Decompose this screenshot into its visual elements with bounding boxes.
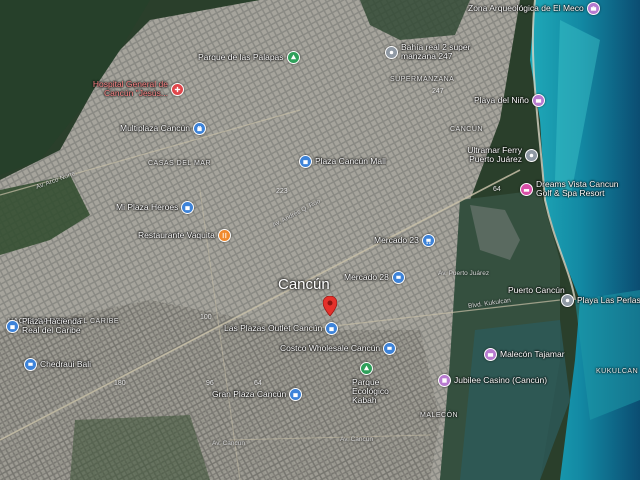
hospital-icon <box>171 82 184 96</box>
poi-label: Plaza Cancún Mall <box>315 156 386 166</box>
poi-hospital-general[interactable]: Hospital General de Cancún "Jesús... <box>84 80 184 98</box>
city-label: Cancún <box>278 276 330 293</box>
area-label: MALECÓN <box>420 412 459 419</box>
poi-playa-perlas[interactable]: Playa Las Perlas <box>561 294 640 307</box>
satellite-map[interactable]: CASAS DEL MAR CANCÚN SUPERMANZANA HACIEN… <box>0 0 640 480</box>
poi-label: Parque Ecológico Kabah <box>352 377 389 405</box>
location-dot-icon <box>385 45 398 59</box>
poi-parque-palapas[interactable]: Parque de las Palapas <box>198 51 300 64</box>
poi-restaurante-vaquita[interactable]: Restaurante Vaquita <box>138 229 231 242</box>
poi-label: Puerto Cancún <box>508 285 565 295</box>
area-label: SUPERMANZANA <box>390 76 455 83</box>
shopping-cart-icon <box>421 234 435 247</box>
poi-multiplaza[interactable]: Multiplaza Cancún <box>120 122 206 135</box>
poi-zona-arqueologica[interactable]: Zona Arqueológica de El Meco <box>468 2 600 15</box>
poi-chedraui[interactable]: Chedraui Bali <box>24 358 91 371</box>
poi-mercado-28[interactable]: Mercado 28 <box>344 271 405 284</box>
poi-label: Ultramar Ferry Puerto Juárez <box>467 145 522 164</box>
shopping-cart-icon <box>383 342 397 355</box>
poi-mercado-23[interactable]: Mercado 23 <box>374 234 435 247</box>
shopping-bag-icon <box>289 388 303 401</box>
camera-icon <box>484 348 497 361</box>
location-pin-icon[interactable] <box>323 296 337 316</box>
camera-icon <box>531 94 545 107</box>
poi-malecon-tajamar[interactable]: Malecón Tajamar <box>484 348 565 361</box>
poi-costco[interactable]: Costco Wholesale Cancún <box>280 342 397 355</box>
poi-playa-nino[interactable]: Playa del Niño <box>474 94 545 107</box>
poi-bahia-real[interactable]: Bahía real 2 super manzana 247 <box>385 43 481 61</box>
poi-label: Bahía real 2 super manzana 247 <box>401 42 471 61</box>
hotel-icon <box>520 182 533 196</box>
poi-label: Malecón Tajamar <box>500 349 565 359</box>
poi-label: Costco Wholesale Cancún <box>280 343 381 353</box>
poi-label: Mi Plaza Heroes <box>116 202 179 212</box>
poi-label: Zona Arqueológica de El Meco <box>468 3 584 13</box>
area-label: KUKULCAN <box>596 368 639 375</box>
poi-label: Mercado 23 <box>374 235 419 245</box>
poi-label: Gran Plaza Cancún <box>212 389 287 399</box>
poi-mi-plaza-heroes[interactable]: Mi Plaza Heroes <box>116 201 195 214</box>
shopping-bag-icon <box>181 201 195 214</box>
poi-label: Playa Las Perlas <box>577 295 640 305</box>
road-label: Av. Cancún <box>340 436 374 443</box>
poi-label: Playa del Niño <box>474 95 529 105</box>
poi-plaza-cancun-mall[interactable]: Plaza Cancún Mall <box>299 155 386 168</box>
poi-label: Mercado 28 <box>344 272 389 282</box>
route-number: 180 <box>114 380 126 387</box>
shopping-bag-icon <box>6 319 19 333</box>
route-number: 223 <box>276 188 288 195</box>
route-number: 96 <box>206 380 214 387</box>
poi-label: Chedraui Bali <box>40 359 92 369</box>
tree-icon <box>286 51 300 64</box>
poi-label: Las Plazas Outlet Cancún <box>224 323 323 333</box>
camera-icon <box>586 2 600 15</box>
poi-label: Parque de las Palapas <box>198 52 284 62</box>
casino-icon <box>438 374 451 387</box>
poi-label: Jubilee Casino (Cancún) <box>454 375 548 385</box>
location-dot-icon <box>561 294 574 307</box>
shopping-bag-icon <box>299 155 312 168</box>
poi-parque-kabah[interactable]: Parque Ecológico Kabah <box>352 362 404 405</box>
shopping-cart-icon <box>24 358 37 371</box>
shopping-bag-icon <box>325 322 339 335</box>
poi-plaza-hacienda[interactable]: Plaza Hacienda Real del Caribe <box>6 317 94 335</box>
poi-puerto-cancun[interactable]: Puerto Cancún <box>508 286 565 295</box>
poi-ultramar[interactable]: Ultramar Ferry Puerto Juárez <box>456 146 538 164</box>
poi-dreams-vista[interactable]: Dreams Vista Cancun Golf & Spa Resort <box>520 180 632 198</box>
ferry-icon <box>525 148 538 162</box>
poi-jubilee[interactable]: Jubilee Casino (Cancún) <box>438 374 547 387</box>
route-number: 100 <box>200 314 212 321</box>
tree-icon <box>360 362 373 375</box>
route-number: 64 <box>493 186 501 193</box>
area-label: CANCÚN <box>450 126 483 133</box>
satellite-imagery <box>0 0 640 480</box>
poi-label: Hospital General de Cancún "Jesús... <box>92 79 168 98</box>
poi-label: Dreams Vista Cancun Golf & Spa Resort <box>536 179 619 198</box>
road-label: Av. Puerto Juárez <box>438 270 490 277</box>
route-number: 247 <box>432 88 444 95</box>
road-label: Av. Cancún <box>212 440 246 447</box>
poi-label: Restaurante Vaquita <box>138 230 215 240</box>
route-number: 64 <box>254 380 262 387</box>
poi-label: Plaza Hacienda Real del Caribe <box>22 316 82 335</box>
poi-gran-plaza[interactable]: Gran Plaza Cancún <box>212 388 303 401</box>
poi-label: Multiplaza Cancún <box>120 123 190 133</box>
restaurant-icon <box>217 229 231 242</box>
poi-las-plazas-outlet[interactable]: Las Plazas Outlet Cancún <box>224 322 339 335</box>
area-label: CASAS DEL MAR <box>148 160 212 167</box>
shopping-bag-icon <box>192 122 206 135</box>
shopping-cart-icon <box>391 271 405 284</box>
